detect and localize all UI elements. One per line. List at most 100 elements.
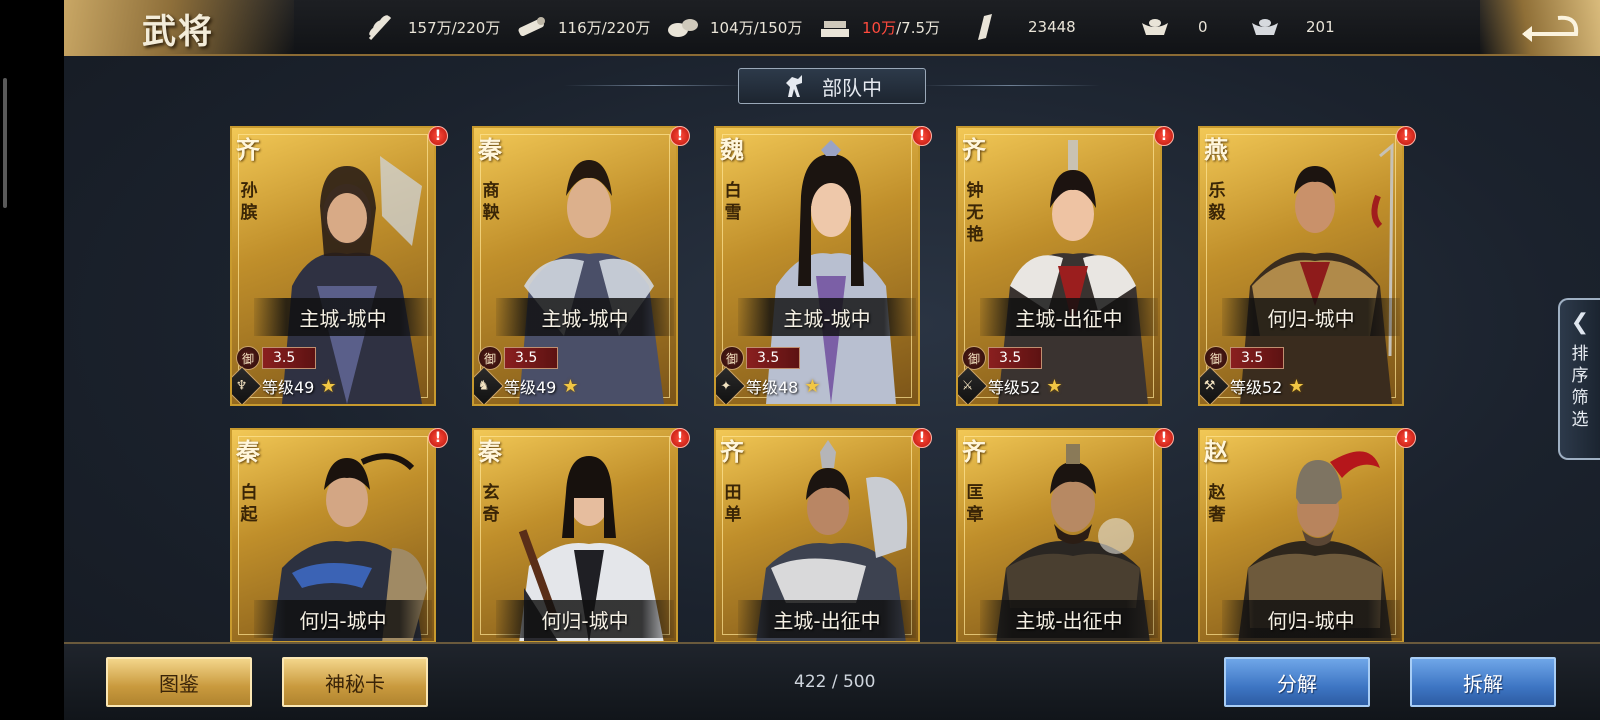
hero-card[interactable]: 齐 匡章 主城-出征中: [956, 428, 1162, 643]
resource-value: 10万/7.5万: [862, 17, 940, 38]
hero-card[interactable]: 齐 孙膑 主城-城中 御 3.5 ♆ 等级49 ★: [230, 126, 436, 406]
sort-filter-tab[interactable]: ❮ 排序筛选: [1558, 298, 1600, 460]
hero-location-status: 主城-城中: [738, 298, 916, 336]
back-arrow-icon: [1522, 15, 1579, 42]
star-icon: ★: [562, 375, 579, 397]
resource-wood[interactable]: 116万/220万: [514, 11, 650, 43]
hero-level: 等级49: [504, 378, 557, 397]
faction-label: 魏: [720, 135, 744, 164]
gold-ingot-icon: [1138, 12, 1172, 42]
hero-name: 乐毅: [1208, 181, 1226, 223]
faction-label: 齐: [962, 135, 986, 164]
resource-value: 0: [1198, 18, 1208, 36]
back-button[interactable]: [1480, 0, 1600, 56]
hero-card[interactable]: 秦 商鞅 主城-城中 御 3.5 ♞ 等级49 ★: [472, 126, 678, 406]
hero-name: 赵奢: [1208, 483, 1226, 525]
heroes-screen: 武将 157万/220万 116万/220万 104万/150万 10万/7.5: [64, 0, 1600, 720]
hero-card[interactable]: 齐 田单 主城-出征中: [714, 428, 920, 643]
star-icon: ★: [1046, 375, 1063, 397]
system-edge: [0, 0, 64, 720]
faction-label: 秦: [478, 135, 502, 164]
resource-over-value: 10万: [862, 18, 897, 37]
alert-badge: !: [1396, 126, 1416, 146]
resource-silver[interactable]: 201: [1248, 11, 1335, 43]
defense-value: 3.5: [988, 347, 1042, 369]
resource-value: 157万/220万: [408, 18, 501, 37]
hero-name: 商鞅: [482, 181, 500, 223]
wood-icon: [514, 12, 548, 42]
hero-location-status: 主城-出征中: [738, 600, 916, 638]
hero-location-status: 何归-城中: [496, 600, 674, 638]
hero-location-status: 何归-城中: [1222, 298, 1400, 336]
defense-icon: 御: [1204, 346, 1228, 370]
edge-scroll-indicator: [3, 78, 7, 208]
top-resource-bar: 武将 157万/220万 116万/220万 104万/150万 10万/7.5: [64, 0, 1600, 56]
hero-location-status: 主城-出征中: [980, 600, 1158, 638]
troop-type-icon: ♆: [232, 366, 262, 404]
title-plate: 武将: [64, 0, 294, 56]
decompose-button[interactable]: 分解: [1224, 657, 1370, 707]
hero-level: 等级48: [746, 378, 799, 397]
hero-name: 白起: [240, 483, 258, 525]
command-token-icon: [968, 12, 1002, 42]
horse-icon: [786, 75, 802, 97]
resource-stone[interactable]: 104万/150万: [666, 11, 802, 43]
star-icon: ★: [320, 375, 337, 397]
defense-icon: 御: [236, 346, 260, 370]
silver-ingot-icon: [1248, 12, 1282, 42]
resource-command[interactable]: 23448: [968, 11, 1076, 43]
page-title: 武将: [142, 12, 214, 52]
section-title: 部队中: [822, 75, 882, 100]
star-icon: ★: [804, 375, 821, 397]
level-info: ✦ 等级48 ★: [716, 366, 821, 404]
alert-badge: !: [1154, 126, 1174, 146]
atlas-button[interactable]: 图鉴: [106, 657, 252, 707]
defense-stat: 御 3.5: [478, 346, 558, 370]
alert-badge: !: [670, 428, 690, 448]
alert-badge: !: [1396, 428, 1416, 448]
hero-name: 钟无艳: [966, 181, 984, 245]
hero-card[interactable]: 赵 赵奢 何归-城中: [1198, 428, 1404, 643]
resource-value: 104万/150万: [710, 18, 803, 37]
troop-type-icon: ⚔: [958, 366, 988, 404]
faction-label: 齐: [720, 437, 744, 466]
faction-label: 秦: [236, 437, 260, 466]
faction-label: 齐: [962, 437, 986, 466]
sort-filter-label: 排序筛选: [1571, 344, 1589, 430]
section-divider-right: [920, 85, 1100, 86]
resource-gold[interactable]: 0: [1138, 11, 1208, 43]
alert-badge: !: [670, 126, 690, 146]
hero-card[interactable]: 秦 玄奇 何归-城中: [472, 428, 678, 643]
troop-type-icon: ✦: [716, 366, 746, 404]
defense-icon: 御: [720, 346, 744, 370]
stone-icon: [666, 12, 700, 42]
hero-location-status: 主城-城中: [254, 298, 432, 336]
mystery-card-button[interactable]: 神秘卡: [282, 657, 428, 707]
defense-stat: 御 3.5: [1204, 346, 1284, 370]
faction-label: 秦: [478, 437, 502, 466]
hero-name: 匡章: [966, 483, 984, 525]
defense-icon: 御: [962, 346, 986, 370]
level-info: ⚒ 等级52 ★: [1200, 366, 1305, 404]
resource-value: 116万/220万: [558, 18, 651, 37]
defense-value: 3.5: [262, 347, 316, 369]
alert-badge: !: [912, 126, 932, 146]
hero-location-status: 主城-城中: [496, 298, 674, 336]
hero-card[interactable]: 魏 白雪 主城-城中 御 3.5 ✦ 等级48 ★: [714, 126, 920, 406]
section-divider-left: [564, 85, 744, 86]
hero-location-status: 主城-出征中: [980, 298, 1158, 336]
defense-icon: 御: [478, 346, 502, 370]
alert-badge: !: [428, 126, 448, 146]
resource-value: 23448: [1028, 18, 1076, 36]
resource-food[interactable]: 157万/220万: [364, 11, 500, 43]
hero-card[interactable]: 燕 乐毅 何归-城中 御 3.5 ⚒ 等级52 ★: [1198, 126, 1404, 406]
dismantle-button[interactable]: 拆解: [1410, 657, 1556, 707]
hero-card[interactable]: 齐 钟无艳 主城-出征中 御 3.5 ⚔ 等级52 ★: [956, 126, 1162, 406]
resource-value: 201: [1306, 18, 1335, 36]
defense-value: 3.5: [746, 347, 800, 369]
level-info: ⚔ 等级52 ★: [958, 366, 1063, 404]
resource-iron[interactable]: 10万/7.5万: [818, 11, 940, 43]
defense-value: 3.5: [504, 347, 558, 369]
hero-card[interactable]: 秦 白起 何归-城中: [230, 428, 436, 643]
wheat-icon: [364, 12, 398, 42]
